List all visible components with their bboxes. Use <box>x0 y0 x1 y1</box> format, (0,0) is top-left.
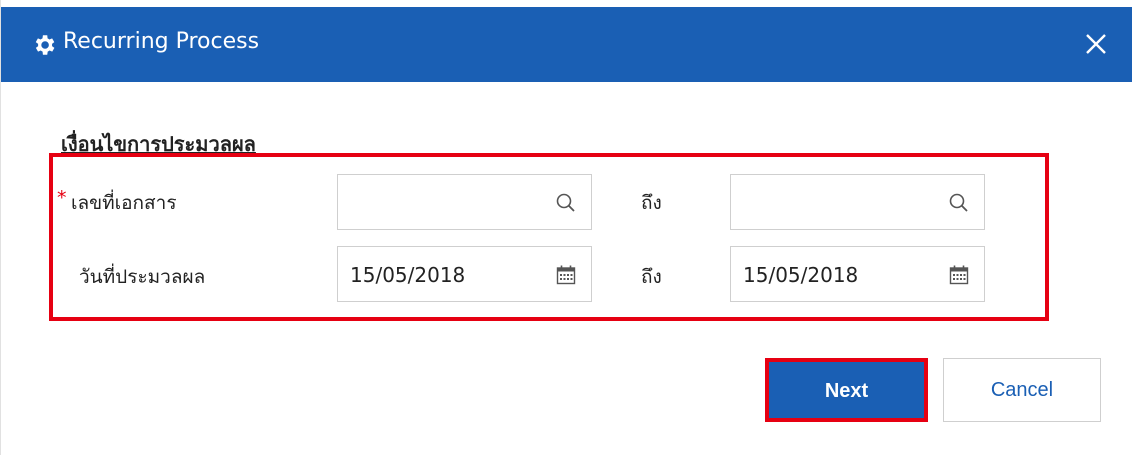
search-icon[interactable] <box>555 192 577 214</box>
doc-no-to-field[interactable] <box>730 174 985 231</box>
doc-no-to-label: ถึง <box>641 192 662 214</box>
doc-no-to-input[interactable] <box>741 175 938 231</box>
process-date-to-field[interactable] <box>730 246 985 303</box>
process-date-label: วันที่ประมวลผล <box>79 266 206 288</box>
calendar-icon[interactable] <box>555 264 577 286</box>
close-icon[interactable] <box>1081 29 1111 59</box>
search-icon[interactable] <box>948 192 970 214</box>
process-date-from-field[interactable] <box>337 246 592 303</box>
process-date-from-input[interactable] <box>348 247 545 303</box>
doc-no-from-input[interactable] <box>348 175 545 231</box>
gear-icon <box>35 35 55 55</box>
doc-no-from-field[interactable] <box>337 174 592 231</box>
doc-no-label: เลขที่เอกสาร <box>71 192 177 214</box>
process-date-to-input[interactable] <box>741 247 938 303</box>
process-date-to-label: ถึง <box>641 266 662 288</box>
calendar-icon[interactable] <box>948 264 970 286</box>
next-button[interactable]: Next <box>765 358 928 422</box>
cancel-button[interactable]: Cancel <box>943 358 1101 422</box>
dialog-titlebar: Recurring Process <box>1 7 1132 82</box>
recurring-process-dialog: Recurring Process เงื่อนไขการประมวลผล * … <box>0 0 1132 455</box>
required-mark: * <box>57 187 67 209</box>
dialog-title: Recurring Process <box>63 29 260 54</box>
